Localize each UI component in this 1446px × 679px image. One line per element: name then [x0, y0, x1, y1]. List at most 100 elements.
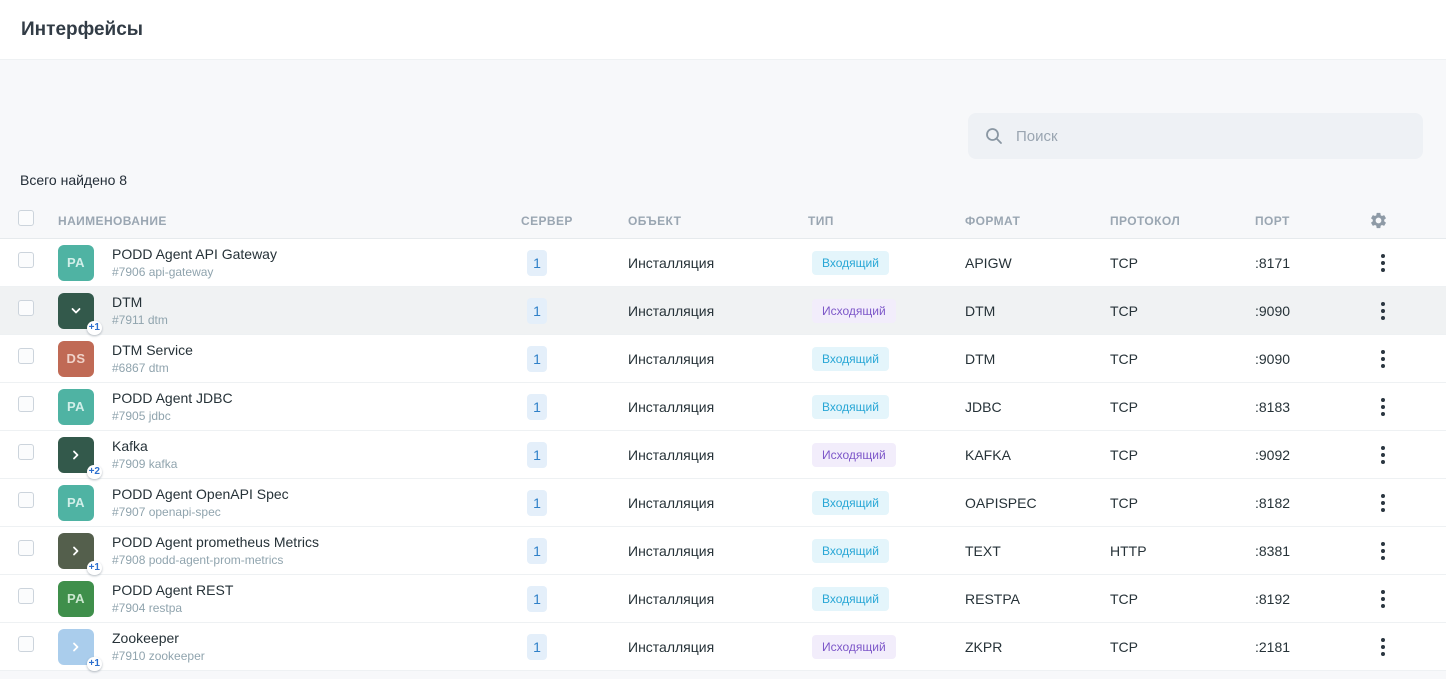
column-header-name[interactable]: НАИМЕНОВАНИЕ: [58, 214, 521, 228]
port-cell: :8182: [1255, 495, 1365, 511]
row-checkbox[interactable]: [18, 540, 34, 556]
port-cell: :8192: [1255, 591, 1365, 607]
server-count-chip[interactable]: 1: [527, 490, 547, 516]
format-cell: RESTPA: [965, 591, 1110, 607]
protocol-cell: HTTP: [1110, 543, 1255, 559]
object-cell: Инсталляция: [628, 303, 808, 319]
table-header-row: НАИМЕНОВАНИЕ СЕРВЕР ОБЪЕКТ ТИП ФОРМАТ ПР…: [0, 203, 1446, 239]
object-cell: Инсталляция: [628, 447, 808, 463]
type-badge: Входящий: [812, 347, 889, 371]
column-header-object[interactable]: ОБЪЕКТ: [628, 214, 808, 228]
row-menu-button[interactable]: [1373, 251, 1393, 275]
search-icon: [984, 126, 1004, 146]
row-avatar: PA: [58, 581, 94, 617]
type-badge: Исходящий: [812, 443, 896, 467]
object-cell: Инсталляция: [628, 399, 808, 415]
format-cell: TEXT: [965, 543, 1110, 559]
row-checkbox[interactable]: [18, 492, 34, 508]
format-cell: ZKPR: [965, 639, 1110, 655]
row-avatar: +1: [58, 293, 94, 329]
table-row[interactable]: PA PODD Agent API Gateway #7906 api-gate…: [0, 239, 1446, 287]
server-count-chip[interactable]: 1: [527, 298, 547, 324]
row-checkbox[interactable]: [18, 396, 34, 412]
format-cell: APIGW: [965, 255, 1110, 271]
interface-id: #7904 restpa: [112, 601, 233, 615]
row-avatar: +2: [58, 437, 94, 473]
port-cell: :8171: [1255, 255, 1365, 271]
object-cell: Инсталляция: [628, 591, 808, 607]
chevron-right-icon: [68, 447, 84, 463]
format-cell: DTM: [965, 303, 1110, 319]
server-count-chip[interactable]: 1: [527, 346, 547, 372]
toolbar: [0, 60, 1446, 159]
port-cell: :9090: [1255, 351, 1365, 367]
column-header-server[interactable]: СЕРВЕР: [521, 214, 628, 228]
avatar-initials: PA: [67, 591, 85, 606]
server-count-chip[interactable]: 1: [527, 538, 547, 564]
table-row[interactable]: +1 PODD Agent prometheus Metrics #7908 p…: [0, 527, 1446, 575]
avatar-initials: PA: [67, 399, 85, 414]
interfaces-table: НАИМЕНОВАНИЕ СЕРВЕР ОБЪЕКТ ТИП ФОРМАТ ПР…: [0, 203, 1446, 671]
interface-name: PODD Agent JDBC: [112, 390, 233, 406]
row-checkbox[interactable]: [18, 588, 34, 604]
avatar-counter-badge: +1: [87, 657, 102, 671]
row-checkbox[interactable]: [18, 252, 34, 268]
avatar-counter-badge: +1: [87, 321, 102, 335]
row-avatar: DS: [58, 341, 94, 377]
select-all-checkbox[interactable]: [18, 210, 34, 226]
object-cell: Инсталляция: [628, 495, 808, 511]
server-count-chip[interactable]: 1: [527, 394, 547, 420]
chevron-down-icon: [68, 303, 84, 319]
table-row[interactable]: PA PODD Agent REST #7904 restpa 1 Инстал…: [0, 575, 1446, 623]
row-checkbox[interactable]: [18, 348, 34, 364]
search-box[interactable]: [968, 113, 1423, 159]
row-checkbox[interactable]: [18, 636, 34, 652]
table-row[interactable]: +2 Kafka #7909 kafka 1 Инсталляция Исход…: [0, 431, 1446, 479]
row-avatar: +1: [58, 629, 94, 665]
row-menu-button[interactable]: [1373, 443, 1393, 467]
interface-id: #7911 dtm: [112, 313, 168, 327]
row-menu-button[interactable]: [1373, 299, 1393, 323]
table-row[interactable]: +1 Zookeeper #7910 zookeeper 1 Инсталляц…: [0, 623, 1446, 671]
search-input[interactable]: [1016, 128, 1407, 145]
format-cell: OAPISPEC: [965, 495, 1110, 511]
column-settings-button[interactable]: [1369, 211, 1388, 230]
port-cell: :9092: [1255, 447, 1365, 463]
row-menu-button[interactable]: [1373, 491, 1393, 515]
row-menu-button[interactable]: [1373, 587, 1393, 611]
avatar-counter-badge: +2: [87, 465, 102, 479]
row-checkbox[interactable]: [18, 300, 34, 316]
interface-name: PODD Agent REST: [112, 582, 233, 598]
row-menu-button[interactable]: [1373, 347, 1393, 371]
type-badge: Входящий: [812, 587, 889, 611]
chevron-right-icon: [68, 543, 84, 559]
column-header-protocol[interactable]: ПРОТОКОЛ: [1110, 214, 1255, 228]
server-count-chip[interactable]: 1: [527, 586, 547, 612]
table-row[interactable]: +1 DTM #7911 dtm 1 Инсталляция Исходящий…: [0, 287, 1446, 335]
type-badge: Входящий: [812, 395, 889, 419]
row-menu-button[interactable]: [1373, 395, 1393, 419]
row-avatar: +1: [58, 533, 94, 569]
table-row[interactable]: DS DTM Service #6867 dtm 1 Инсталляция В…: [0, 335, 1446, 383]
table-row[interactable]: PA PODD Agent OpenAPI Spec #7907 openapi…: [0, 479, 1446, 527]
gear-icon: [1369, 211, 1388, 230]
interface-id: #7907 openapi-spec: [112, 505, 289, 519]
protocol-cell: TCP: [1110, 639, 1255, 655]
format-cell: KAFKA: [965, 447, 1110, 463]
interface-name: DTM Service: [112, 342, 193, 358]
row-menu-button[interactable]: [1373, 539, 1393, 563]
object-cell: Инсталляция: [628, 543, 808, 559]
protocol-cell: TCP: [1110, 495, 1255, 511]
server-count-chip[interactable]: 1: [527, 250, 547, 276]
server-count-chip[interactable]: 1: [527, 634, 547, 660]
format-cell: DTM: [965, 351, 1110, 367]
column-header-format[interactable]: ФОРМАТ: [965, 214, 1110, 228]
column-header-type[interactable]: ТИП: [808, 214, 965, 228]
server-count-chip[interactable]: 1: [527, 442, 547, 468]
column-header-port[interactable]: ПОРТ: [1255, 214, 1365, 228]
table-row[interactable]: PA PODD Agent JDBC #7905 jdbc 1 Инсталля…: [0, 383, 1446, 431]
interface-name: DTM: [112, 294, 168, 310]
protocol-cell: TCP: [1110, 303, 1255, 319]
row-menu-button[interactable]: [1373, 635, 1393, 659]
row-checkbox[interactable]: [18, 444, 34, 460]
